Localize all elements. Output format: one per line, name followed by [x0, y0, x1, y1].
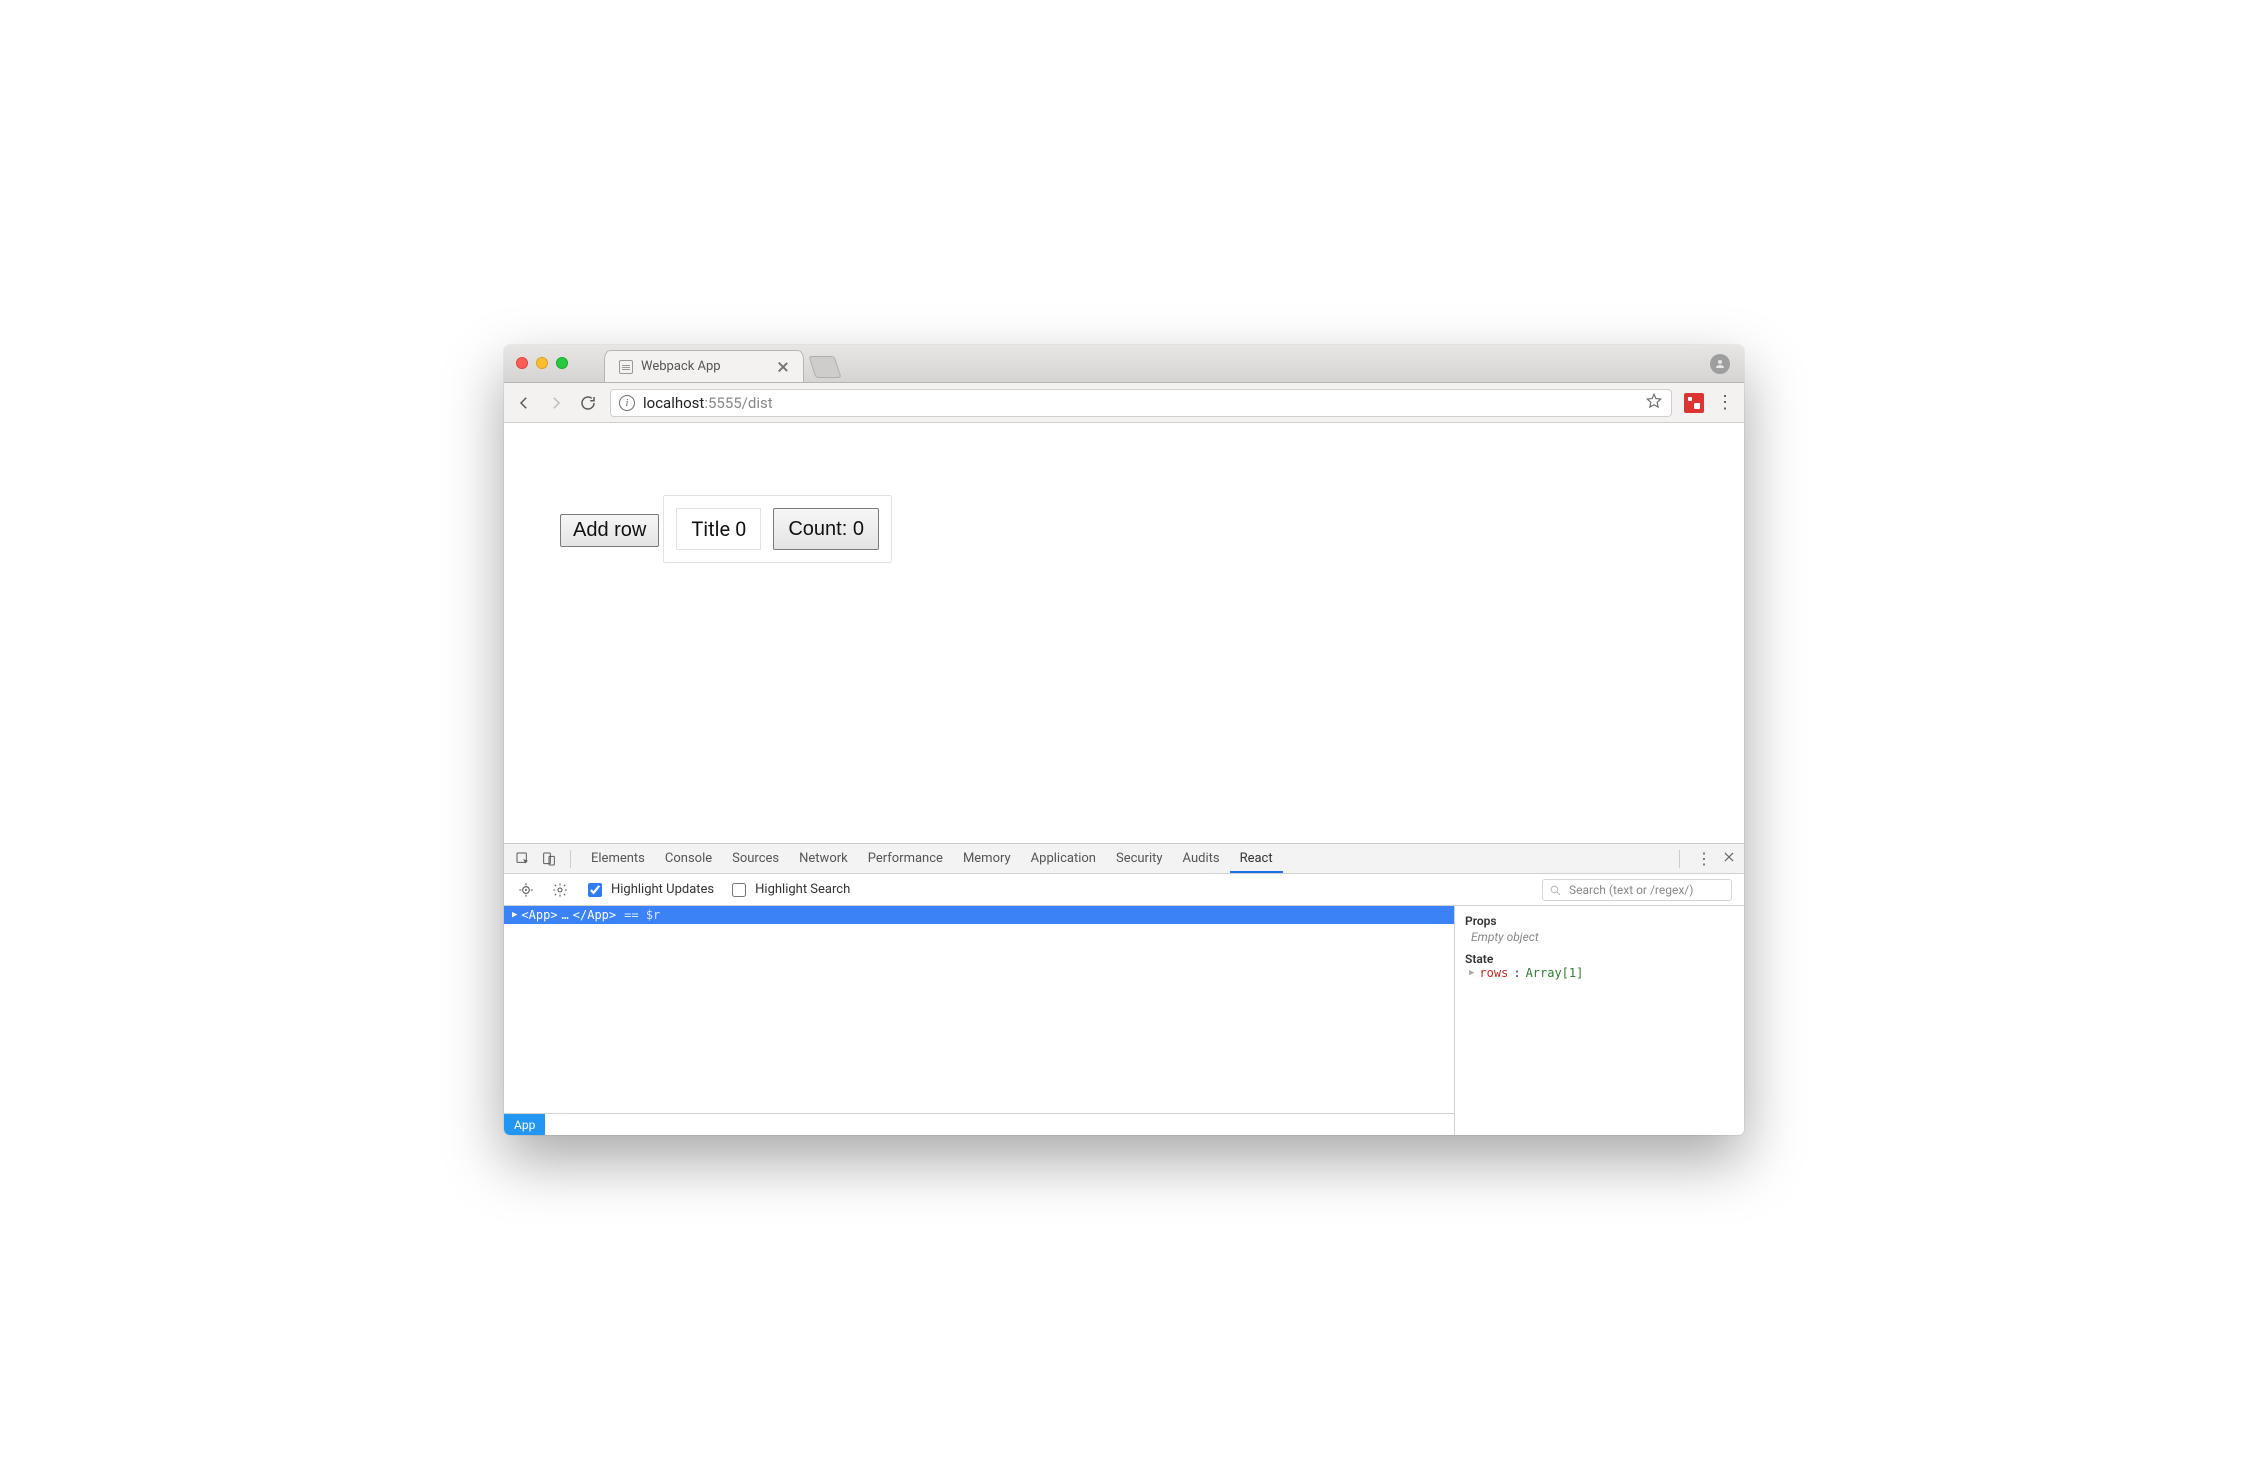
bookmark-star-icon[interactable]: [1645, 392, 1663, 414]
window-controls: [516, 357, 568, 369]
devtools-tab-network[interactable]: Network: [789, 845, 858, 872]
divider: [570, 850, 571, 868]
component-breadcrumb: App: [504, 1113, 1454, 1135]
state-key: rows: [1479, 966, 1508, 980]
react-devtools-extension-icon[interactable]: [1684, 393, 1704, 413]
highlight-search-label: Highlight Search: [755, 882, 850, 897]
count-button[interactable]: Count: 0: [773, 508, 879, 550]
search-placeholder: Search (text or /regex/): [1569, 883, 1693, 897]
highlight-updates-checkbox[interactable]: [588, 883, 602, 897]
devtools-close-icon[interactable]: [1722, 850, 1736, 868]
devtools-tab-performance[interactable]: Performance: [858, 845, 953, 872]
window-minimize-button[interactable]: [536, 357, 548, 369]
react-devtools-body: ▶ <App> … </App> == $r App Props Empty obj…: [504, 906, 1744, 1135]
disclosure-triangle-icon[interactable]: ▶: [1469, 968, 1474, 978]
target-icon[interactable]: [516, 880, 536, 900]
state-heading: State: [1465, 952, 1734, 966]
node-open-tag: <App>: [521, 908, 557, 922]
devtools-tab-application[interactable]: Application: [1021, 845, 1106, 872]
window-close-button[interactable]: [516, 357, 528, 369]
node-close-tag: </App>: [573, 908, 616, 922]
tab-close-icon[interactable]: [777, 361, 789, 373]
inspect-element-icon[interactable]: [512, 848, 534, 870]
row-title: Title 0: [676, 508, 761, 550]
highlight-updates-toggle[interactable]: Highlight Updates: [584, 880, 714, 900]
tree-empty-area: [504, 924, 1454, 1113]
selected-component-node[interactable]: ▶ <App> … </App> == $r: [504, 906, 1454, 924]
new-tab-button[interactable]: [808, 356, 841, 378]
state-row[interactable]: ▶ rows: Array[1]: [1469, 966, 1734, 980]
gear-icon[interactable]: [550, 880, 570, 900]
props-state-panel: Props Empty object State ▶ rows: Array[1…: [1454, 906, 1744, 1135]
forward-button[interactable]: [546, 393, 566, 413]
back-button[interactable]: [514, 393, 534, 413]
state-value: Array[1]: [1526, 966, 1584, 980]
browser-tab[interactable]: Webpack App: [604, 350, 804, 382]
props-empty-text: Empty object: [1471, 930, 1734, 944]
toolbar: i localhost:5555/dist ⋮: [504, 383, 1744, 423]
reload-button[interactable]: [578, 393, 598, 413]
node-ref-hint: == $r: [624, 908, 660, 922]
address-bar[interactable]: i localhost:5555/dist: [610, 389, 1672, 417]
disclosure-triangle-icon[interactable]: ▶: [512, 910, 517, 920]
props-heading: Props: [1465, 914, 1734, 928]
react-devtools-toolbar: Highlight Updates Highlight Search Searc…: [504, 874, 1744, 906]
devtools-tab-security[interactable]: Security: [1106, 845, 1173, 872]
devtools-tab-audits[interactable]: Audits: [1173, 845, 1230, 872]
devtools-tab-console[interactable]: Console: [655, 845, 722, 872]
divider: [1679, 850, 1680, 868]
breadcrumb-item[interactable]: App: [504, 1114, 545, 1135]
devtools-tab-react[interactable]: React: [1230, 845, 1283, 873]
row-card: Title 0 Count: 0: [663, 495, 892, 563]
window-maximize-button[interactable]: [556, 357, 568, 369]
highlight-search-toggle[interactable]: Highlight Search: [728, 880, 850, 900]
page-content: Add row Title 0 Count: 0: [504, 423, 1744, 843]
devtools-menu-icon[interactable]: ⋮: [1696, 849, 1712, 868]
node-children-ellipsis: …: [562, 908, 569, 922]
devtools-tabbar: ElementsConsoleSourcesNetworkPerformance…: [504, 844, 1744, 874]
devtools-tab-elements[interactable]: Elements: [581, 845, 655, 872]
person-icon: [1714, 358, 1726, 370]
profile-avatar-button[interactable]: [1710, 354, 1730, 374]
site-info-icon[interactable]: i: [619, 395, 635, 411]
devtools-tab-sources[interactable]: Sources: [722, 845, 789, 872]
browser-window: Webpack App i localhost:5555/dist ⋮: [504, 345, 1744, 1135]
tab-title: Webpack App: [641, 359, 721, 374]
component-search-input[interactable]: Search (text or /regex/): [1542, 879, 1732, 901]
titlebar: Webpack App: [504, 345, 1744, 383]
page-icon: [619, 360, 633, 374]
component-tree[interactable]: ▶ <App> … </App> == $r App: [504, 906, 1454, 1135]
highlight-search-checkbox[interactable]: [732, 883, 746, 897]
devtools-tab-memory[interactable]: Memory: [953, 845, 1021, 872]
search-icon: [1549, 884, 1562, 897]
devtools-panel: ElementsConsoleSourcesNetworkPerformance…: [504, 843, 1744, 1135]
add-row-button[interactable]: Add row: [560, 514, 659, 547]
highlight-updates-label: Highlight Updates: [611, 882, 714, 897]
browser-menu-button[interactable]: ⋮: [1716, 394, 1734, 412]
device-toggle-icon[interactable]: [538, 848, 560, 870]
url-text: localhost:5555/dist: [643, 394, 773, 412]
